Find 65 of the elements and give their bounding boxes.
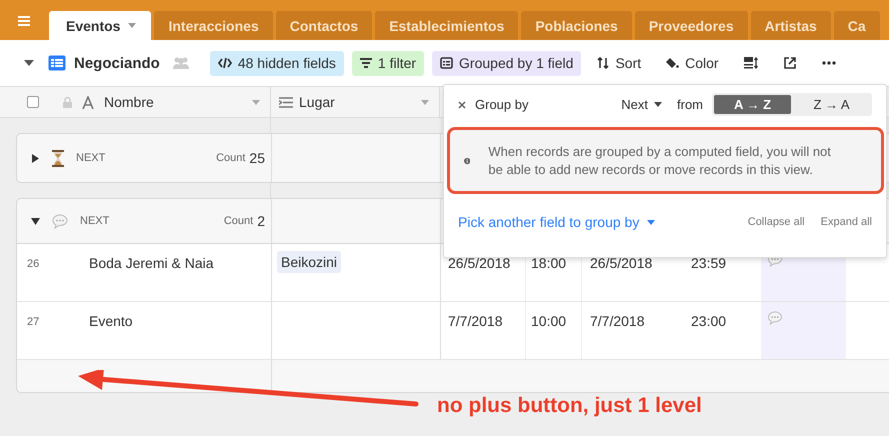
caret-icon[interactable] bbox=[24, 60, 34, 66]
table-cell: 7/7/2018 bbox=[590, 313, 644, 329]
more-icon[interactable] bbox=[822, 61, 836, 65]
filter-button[interactable]: 1 filter bbox=[352, 50, 424, 76]
field-dropdown[interactable]: Next bbox=[621, 97, 662, 112]
from-label: from bbox=[677, 97, 703, 112]
expand-all-button[interactable]: Expand all bbox=[820, 216, 872, 228]
code-icon bbox=[218, 57, 232, 69]
list-icon bbox=[440, 57, 454, 69]
caret-icon[interactable] bbox=[31, 154, 40, 162]
table-cell: Boda Jeremi & Naia bbox=[89, 255, 214, 271]
sort-icon bbox=[597, 57, 610, 69]
caret-icon bbox=[647, 220, 656, 224]
share-icon[interactable] bbox=[784, 57, 796, 69]
group-count: 25 bbox=[249, 150, 265, 166]
color-button[interactable]: Color bbox=[657, 50, 727, 76]
group-count: 2 bbox=[257, 213, 265, 229]
popup-title: Group by bbox=[475, 97, 528, 112]
table-cell: 23:59 bbox=[691, 255, 726, 271]
caret-icon bbox=[654, 102, 662, 107]
group-button[interactable]: Grouped by 1 field bbox=[432, 50, 582, 76]
lock-icon bbox=[63, 96, 72, 108]
pick-field-link[interactable]: Pick another field to group by bbox=[458, 214, 656, 230]
speech-bubble-icon bbox=[767, 311, 783, 325]
table-cell: 23:00 bbox=[691, 313, 726, 329]
filter-icon bbox=[360, 58, 372, 68]
column-header[interactable]: Nombre bbox=[104, 94, 154, 110]
caret-icon bbox=[128, 23, 136, 28]
collapse-all-button[interactable]: Collapse all bbox=[748, 216, 805, 228]
view-name[interactable]: Negociando bbox=[74, 54, 160, 72]
long-text-icon bbox=[279, 96, 293, 108]
group-count-label: Count bbox=[224, 215, 254, 227]
row-height-icon[interactable] bbox=[744, 57, 758, 69]
place-tag: Beikozini bbox=[277, 251, 342, 273]
close-icon[interactable] bbox=[458, 100, 466, 108]
hidden-fields-button[interactable]: 48 hidden fields bbox=[210, 50, 344, 76]
group-header[interactable]: NEXT Count 2 bbox=[17, 199, 272, 243]
row-number: 27 bbox=[26, 315, 40, 328]
table-cell: 26/5/2018 bbox=[590, 255, 652, 271]
paint-bucket-icon bbox=[665, 57, 680, 69]
group-header[interactable]: NEXT Count 25 bbox=[17, 134, 272, 182]
annotation-text: no plus button, just 1 level bbox=[437, 394, 702, 418]
table-cell: 7/7/2018 bbox=[448, 313, 502, 329]
hourglass-icon bbox=[52, 150, 64, 166]
sort-button[interactable]: Sort bbox=[589, 50, 650, 76]
table-cell: 26/5/2018 bbox=[448, 255, 510, 271]
text-field-icon bbox=[82, 96, 94, 108]
row-number: 26 bbox=[26, 257, 40, 270]
table-cell: 10:00 bbox=[531, 313, 566, 329]
speech-bubble-icon bbox=[52, 214, 68, 228]
sort-order-option[interactable]: A → Z bbox=[714, 95, 791, 114]
table-cell: Evento bbox=[89, 313, 133, 329]
table-tab[interactable]: Eventos bbox=[49, 11, 152, 40]
group-count-label: Count bbox=[216, 152, 246, 164]
group-label: NEXT bbox=[76, 152, 106, 164]
menu-icon[interactable] bbox=[18, 16, 30, 26]
caret-icon[interactable] bbox=[31, 216, 40, 226]
people-icon bbox=[172, 57, 190, 69]
grid-icon bbox=[48, 55, 66, 71]
notice-text: When records are grouped by a computed field, you will not be able to add new records or move records in this view. bbox=[488, 142, 832, 178]
group-label: NEXT bbox=[80, 215, 110, 227]
table-cell: 18:00 bbox=[531, 255, 566, 271]
column-header[interactable]: Lugar bbox=[299, 94, 335, 110]
sort-order-option[interactable]: Z → A bbox=[793, 95, 870, 114]
select-all-checkbox[interactable] bbox=[27, 96, 39, 108]
